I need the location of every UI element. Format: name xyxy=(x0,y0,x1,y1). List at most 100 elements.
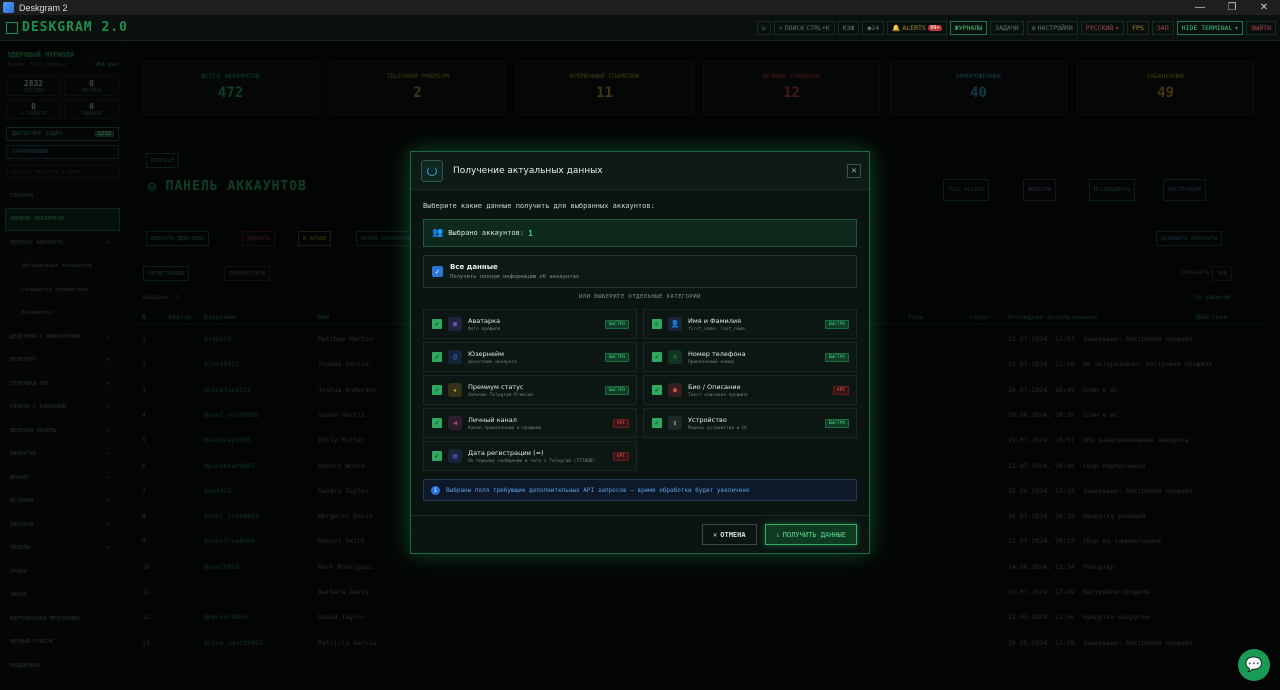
get-data-button[interactable]: ↓ ПОЛУЧИТЬ ДАННЫЕ xyxy=(764,524,857,545)
category-desc: Фото профиля xyxy=(468,326,501,332)
terminal-button[interactable]: HIDE TERMINAL ▾ xyxy=(1176,20,1244,35)
category-desc: first_name, last_name xyxy=(688,326,745,332)
bell-icon: 🔔 xyxy=(892,23,901,32)
category-checkbox[interactable]: ✓ xyxy=(432,352,442,362)
refresh-button[interactable]: ↻ xyxy=(756,20,771,35)
counter-button[interactable]: ●24 xyxy=(862,20,885,35)
close-icon: ✕ xyxy=(851,165,857,176)
category-checkbox[interactable]: ✓ xyxy=(652,352,662,362)
logout-button[interactable]: ВЫЙТИ xyxy=(1246,20,1276,35)
download-icon: ↓ xyxy=(775,530,780,539)
alerts-badge: 99+ xyxy=(927,24,942,31)
category-name: Номер телефона xyxy=(688,349,746,358)
categories-grid: ✓ ▣ Аватарка Фото профиля БЫСТРО ✓ 👤 Имя и Фами… xyxy=(423,309,857,471)
category-name: Аватарка xyxy=(468,316,501,325)
x-icon: ✕ xyxy=(713,530,718,539)
category-desc: Привязанный номер xyxy=(688,359,735,365)
calendar-icon: ▦ xyxy=(448,449,462,463)
language-select[interactable]: РУССКИЙ ▾ xyxy=(1080,20,1125,35)
chat-icon: ● xyxy=(668,383,682,397)
info-icon: i xyxy=(431,485,440,495)
category-text: Устройство Модель устройства и ОС xyxy=(688,416,748,431)
category-checkbox[interactable]: ✓ xyxy=(652,319,662,329)
modal-footer: ✕ ОТМЕНА ↓ ПОЛУЧИТЬ ДАННЫЕ xyxy=(411,515,869,553)
refresh-icon: ↻ xyxy=(761,23,766,32)
rec-button[interactable]: ЗАП xyxy=(1151,20,1174,35)
star-icon: ★ xyxy=(448,383,462,397)
logo-icon xyxy=(6,21,18,34)
settings-button[interactable]: ⚙ НАСТРОЙКИ xyxy=(1026,20,1078,35)
all-data-title: Все данные xyxy=(450,263,498,271)
category-checkbox[interactable]: ✓ xyxy=(432,418,442,428)
category-name: Био / Описание xyxy=(688,382,741,391)
category-option[interactable]: ✓ ★ Премиум статус Наличие Telegram Premium… xyxy=(423,375,637,405)
cache-button[interactable]: КЭШ xyxy=(837,20,860,35)
modal-close-button[interactable]: ✕ xyxy=(847,163,861,178)
category-checkbox[interactable]: ✓ xyxy=(652,418,662,428)
category-desc: Текст описания профиля xyxy=(688,392,748,398)
category-tag: БЫСТРО xyxy=(824,419,849,428)
category-tag: API xyxy=(832,386,849,395)
close-window-icon[interactable]: ✕ xyxy=(1248,2,1280,13)
category-option[interactable]: ✓ 👤 Имя и Фамилия first_name, last_name БЫСТ… xyxy=(643,309,857,339)
category-text: Личный канал Канал привязанный к профилю xyxy=(468,416,541,431)
toolbar: ↻ ⌕ ПОИСК CTRL+K КЭШ ●24 🔔 ALERTS 99+ ЖУРНАЛ… xyxy=(756,20,1276,35)
journals-button[interactable]: ЖУРНАЛЫ xyxy=(949,20,988,35)
category-option[interactable]: ✓ ◀ Личный канал Канал привязанный к профил… xyxy=(423,408,637,438)
minimize-icon[interactable]: — xyxy=(1184,2,1216,13)
category-tag: API xyxy=(612,419,629,428)
users-icon: 👥 xyxy=(432,228,444,238)
category-name: Дата регистрации (≈) xyxy=(468,448,544,457)
maximize-icon[interactable]: ❐ xyxy=(1216,2,1248,13)
category-desc: Модель устройства и ОС xyxy=(688,425,748,431)
category-option[interactable]: ✓ ✆ Номер телефона Привязанный номер БЫСТРО xyxy=(643,342,857,372)
category-name: Устройство xyxy=(688,415,727,424)
category-name: Премиум статус xyxy=(468,382,524,391)
tasks-button[interactable]: ЗАДАЧИ xyxy=(990,20,1024,35)
category-text: Дата регистрации (≈) По первому сообщению… xyxy=(468,449,595,464)
category-checkbox[interactable]: ✓ xyxy=(652,385,662,395)
category-name: Личный канал xyxy=(468,415,517,424)
device-icon: ▮ xyxy=(668,416,682,430)
category-tag: БЫСТРО xyxy=(824,353,849,362)
category-desc: По первому сообщению в чате с Telegram (… xyxy=(468,458,596,464)
category-desc: Канал привязанный к профилю xyxy=(468,425,542,431)
all-data-checkbox[interactable]: ✓ xyxy=(432,266,443,277)
category-text: Био / Описание Текст описания профиля xyxy=(688,383,748,398)
category-option[interactable]: ✓ ● Био / Описание Текст описания профиля AP… xyxy=(643,375,857,405)
cancel-button[interactable]: ✕ ОТМЕНА xyxy=(702,524,757,545)
alerts-button[interactable]: 🔔 ALERTS 99+ xyxy=(887,20,947,35)
top-bar: DESKGRAM 2.0 ↻ ⌕ ПОИСК CTRL+K КЭШ ●24 🔔 ALE… xyxy=(0,15,1280,41)
category-desc: Наличие Telegram Premium xyxy=(468,392,534,398)
category-checkbox[interactable]: ✓ xyxy=(432,451,442,461)
window-title: Deskgram 2 xyxy=(19,2,68,13)
category-option[interactable]: ✓ ▦ Дата регистрации (≈) По первому сообщен… xyxy=(423,441,637,471)
refresh-spinner-icon xyxy=(421,159,443,182)
all-data-option[interactable]: ✓ Все данные Получить полную информацию … xyxy=(423,255,857,288)
modal-header: Получение актуальных данных ✕ xyxy=(411,152,869,190)
selected-accounts-count: 1 xyxy=(528,228,533,238)
category-text: Имя и Фамилия first_name, last_name xyxy=(688,317,745,332)
category-text: Аватарка Фото профиля xyxy=(468,317,501,332)
category-option[interactable]: ✓ ▮ Устройство Модель устройства и ОС БЫСТРО xyxy=(643,408,857,438)
category-option[interactable]: ✓ ▣ Аватарка Фото профиля БЫСТРО xyxy=(423,309,637,339)
category-tag: БЫСТРО xyxy=(604,386,629,395)
search-button[interactable]: ⌕ ПОИСК CTRL+K xyxy=(773,20,835,35)
categories-separator: ИЛИ ВЫБЕРИТЕ ОТДЕЛЬНЫЕ КАТЕГОРИИ xyxy=(579,294,701,300)
fps-button[interactable]: FPS xyxy=(1127,20,1149,35)
modal-body: Выберите какие данные получить для выбра… xyxy=(411,202,869,501)
api-info-banner: i Выбраны поля требующие дополнительных … xyxy=(423,479,857,501)
app-logo: DESKGRAM 2.0 xyxy=(6,20,128,35)
category-checkbox[interactable]: ✓ xyxy=(432,385,442,395)
category-option[interactable]: ✓ @ Юзернейм @username аккаунта БЫСТРО xyxy=(423,342,637,372)
category-checkbox[interactable]: ✓ xyxy=(432,319,442,329)
category-text: Номер телефона Привязанный номер xyxy=(688,350,746,365)
category-tag: БЫСТРО xyxy=(604,353,629,362)
app-icon xyxy=(3,2,14,13)
chat-support-button[interactable]: 💬 xyxy=(1238,649,1270,681)
category-desc: @username аккаунта xyxy=(468,359,517,365)
user-icon: 👤 xyxy=(668,317,682,331)
gear-icon: ⚙ xyxy=(1031,23,1036,32)
phone-icon: ✆ xyxy=(668,350,682,364)
fetch-data-modal: Получение актуальных данных ✕ Выберите к… xyxy=(410,151,870,554)
